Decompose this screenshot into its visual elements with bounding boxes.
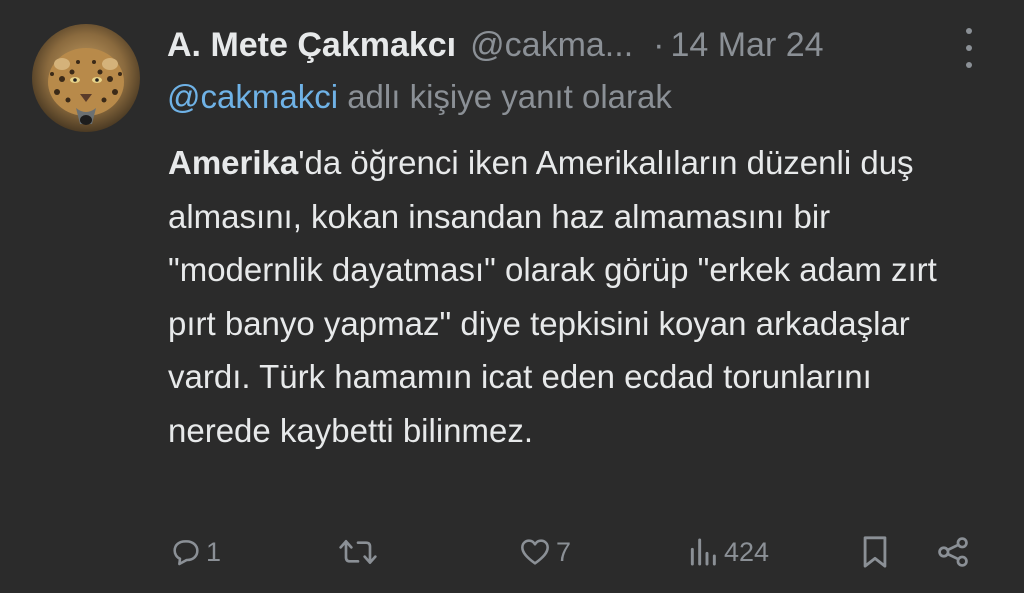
more-icon[interactable] (957, 28, 981, 68)
retweet-button[interactable] (338, 530, 382, 574)
reply-button[interactable]: 1 (170, 530, 221, 574)
retweet-icon (339, 540, 377, 564)
view-count: 424 (724, 536, 770, 567)
bookmark-button[interactable] (860, 530, 890, 574)
tweet-body-text: 'da öğrenci iken Amerikalıların düzenli … (168, 144, 937, 449)
display-name[interactable]: A. Mete Çakmakcı (167, 26, 456, 65)
reply-mention-link[interactable]: @cakmakci (167, 78, 338, 115)
like-button[interactable]: 7 (518, 530, 571, 574)
share-button[interactable] (934, 530, 972, 574)
tweet-text: Amerika'da öğrenci iken Amerikalıların d… (168, 136, 968, 457)
reply-context-text: adlı kişiye yanıt olarak (338, 78, 672, 115)
views-button[interactable]: 424 (686, 530, 769, 574)
views-icon (690, 538, 716, 566)
tweet-header: A. Mete Çakmakcı @cakma... · 14 Mar 24 (167, 22, 824, 68)
tweet-bold-word: Amerika (168, 144, 299, 181)
like-icon (521, 539, 549, 565)
timestamp[interactable]: 14 Mar 24 (670, 26, 823, 65)
action-bar: 1 7 424 (166, 530, 986, 574)
separator-dot: · (653, 25, 665, 64)
reply-context: @cakmakci adlı kişiye yanıt olarak (167, 78, 672, 116)
like-count: 7 (556, 536, 572, 567)
user-handle[interactable]: @cakma... (470, 26, 633, 65)
bookmark-icon (863, 536, 887, 568)
leopard-avatar-image (32, 24, 140, 132)
reply-count: 1 (206, 536, 222, 567)
tweet: A. Mete Çakmakcı @cakma... · 14 Mar 24 @… (0, 0, 1024, 593)
avatar[interactable] (32, 24, 140, 132)
reply-icon (173, 540, 199, 566)
share-icon (938, 537, 968, 567)
